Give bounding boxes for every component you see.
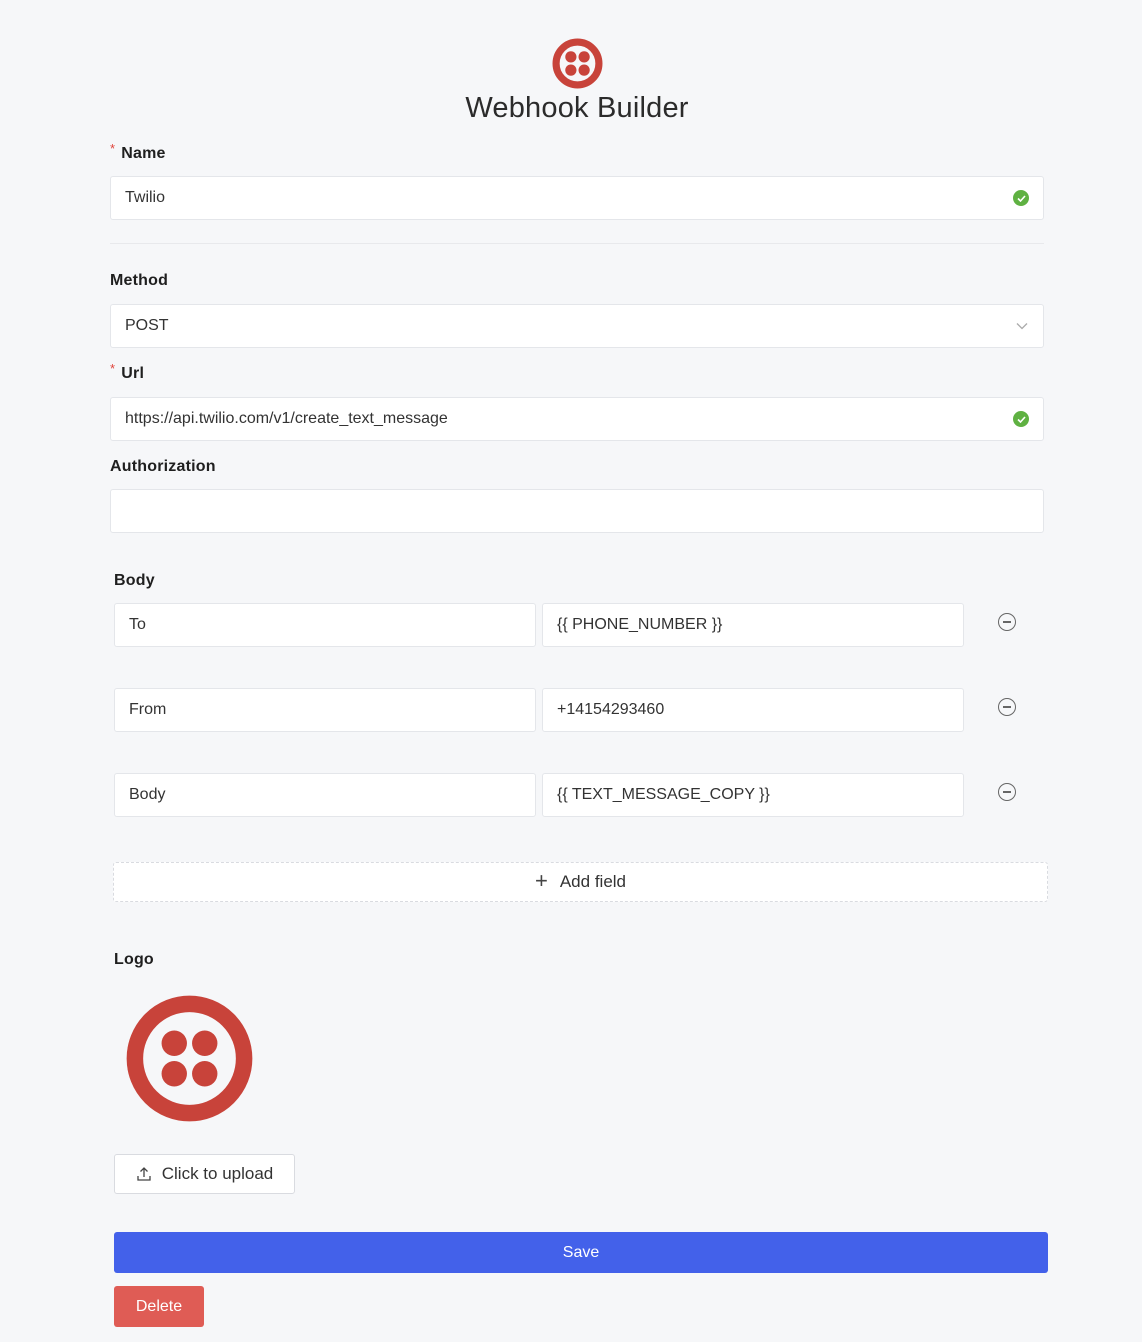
method-label: Method xyxy=(110,272,169,289)
twilio-logo-icon xyxy=(552,38,603,89)
method-select[interactable]: POST xyxy=(110,304,1044,348)
url-input-value: https://api.twilio.com/v1/create_text_me… xyxy=(125,410,448,427)
body-field-value-input[interactable]: {{ TEXT_MESSAGE_COPY }} xyxy=(542,773,964,817)
upload-icon xyxy=(137,1167,151,1181)
check-circle-icon xyxy=(1013,411,1029,427)
body-field-value-text: {{ TEXT_MESSAGE_COPY }} xyxy=(557,786,770,803)
upload-button-label: Click to upload xyxy=(161,1164,274,1183)
remove-field-icon[interactable] xyxy=(998,613,1016,631)
chevron-down-icon xyxy=(1016,323,1028,330)
body-field-key-input[interactable]: Body xyxy=(114,773,536,817)
required-mark: * xyxy=(110,141,116,156)
name-input[interactable]: Twilio xyxy=(110,176,1044,220)
authorization-label: Authorization xyxy=(110,458,216,475)
authorization-input[interactable] xyxy=(110,489,1044,533)
add-field-label: Add field xyxy=(559,872,627,891)
remove-field-icon[interactable] xyxy=(998,698,1016,716)
url-input[interactable]: https://api.twilio.com/v1/create_text_me… xyxy=(110,397,1044,441)
add-field-button[interactable]: + Add field xyxy=(113,862,1048,902)
body-label: Body xyxy=(114,572,155,589)
body-field-value-text: +14154293460 xyxy=(557,701,665,718)
section-divider xyxy=(110,243,1044,244)
url-label: * Url xyxy=(110,361,145,383)
save-button[interactable]: Save xyxy=(114,1232,1048,1273)
body-field-key-value: To xyxy=(129,616,146,633)
method-select-value: POST xyxy=(125,317,169,334)
body-field-key-input[interactable]: From xyxy=(114,688,536,732)
body-field-value-input[interactable]: +14154293460 xyxy=(542,688,964,732)
name-input-value: Twilio xyxy=(125,189,166,206)
remove-field-icon[interactable] xyxy=(998,783,1016,801)
body-field-value-input[interactable]: {{ PHONE_NUMBER }} xyxy=(542,603,964,647)
body-field-value-text: {{ PHONE_NUMBER }} xyxy=(557,616,723,633)
body-field-key-input[interactable]: To xyxy=(114,603,536,647)
body-field-key-value: Body xyxy=(129,786,166,803)
logo-label: Logo xyxy=(114,951,154,968)
webhook-builder-page: Webhook Builder * Name Twilio Method POST… xyxy=(0,0,1142,1342)
body-field-key-value: From xyxy=(129,701,167,718)
plus-icon: + xyxy=(534,868,548,893)
required-mark: * xyxy=(110,361,116,376)
name-label: * Name xyxy=(110,141,166,163)
url-label-text: Url xyxy=(121,365,145,382)
page-title: Webhook Builder xyxy=(465,92,689,124)
logo-preview-image xyxy=(126,995,253,1122)
name-label-text: Name xyxy=(121,145,166,162)
check-circle-icon xyxy=(1013,190,1029,206)
upload-button[interactable]: Click to upload xyxy=(114,1154,295,1194)
delete-button[interactable]: Delete xyxy=(114,1286,204,1327)
